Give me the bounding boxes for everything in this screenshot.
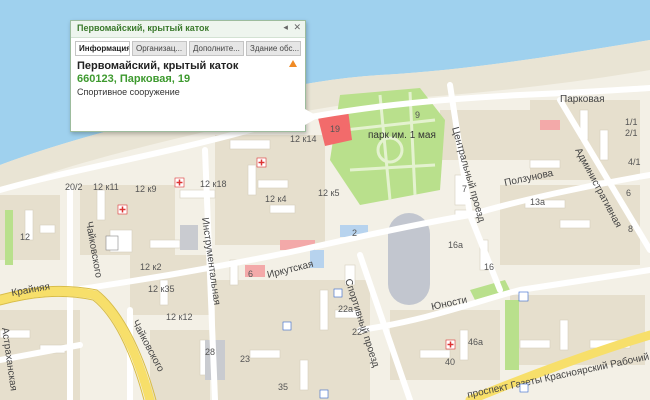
place-address[interactable]: 660123, Парковая, 19 — [77, 73, 299, 85]
place-category: Спортивное сооружение — [77, 87, 180, 97]
building-label: 19 — [330, 124, 340, 134]
building-label: 16а — [448, 240, 463, 250]
shop-icon — [333, 288, 343, 298]
building-label: 12 к9 — [135, 184, 156, 194]
info-popup[interactable]: Первомайский, крытый каток ◂ ✕ Информаци… — [70, 20, 319, 132]
building-label: 12 к18 — [200, 179, 226, 189]
building-label: 46а — [468, 337, 483, 347]
hospital-icon — [256, 157, 267, 168]
place-name: Первомайский, крытый каток — [77, 60, 239, 72]
popup-pointer — [305, 109, 319, 125]
building-label: 28 — [205, 347, 215, 357]
building-label: 8 — [628, 224, 633, 234]
building-label: 20/2 — [65, 182, 83, 192]
shop-icon — [282, 321, 292, 331]
airport-icon — [518, 291, 529, 302]
building-label: 35 — [278, 382, 288, 392]
building-label: 13а — [530, 197, 545, 207]
tab-information[interactable]: Информация — [75, 41, 130, 56]
tab-building[interactable]: Здание обс... — [246, 41, 301, 56]
parking-icon — [105, 235, 119, 251]
building-label: 12 к5 — [318, 188, 339, 198]
close-icon[interactable]: ✕ — [293, 22, 301, 32]
store-icon — [519, 383, 529, 393]
building-label: 9 — [415, 110, 420, 120]
building-label: 12 к2 — [140, 262, 161, 272]
building-label: 6 — [248, 269, 253, 279]
building-label: 12 к4 — [265, 194, 286, 204]
warning-icon[interactable] — [289, 60, 297, 67]
popup-controls: ◂ ✕ — [280, 22, 301, 33]
street-parkovaya: Парковая — [560, 94, 605, 105]
hospital-icon — [117, 204, 128, 215]
building-label: 22 — [352, 327, 362, 337]
shop-icon — [319, 389, 329, 399]
pin-icon[interactable]: ◂ — [283, 22, 288, 32]
popup-title: Первомайский, крытый каток — [77, 23, 210, 33]
tab-additional[interactable]: Дополните... — [189, 41, 244, 56]
building-label: 12 к12 — [166, 312, 192, 322]
tab-organizations[interactable]: Организац... — [132, 41, 187, 56]
park-label: парк им. 1 мая — [368, 130, 436, 141]
hospital-icon — [174, 177, 185, 188]
building-label: 12 к11 — [93, 182, 119, 192]
building-label: 1/1 — [625, 117, 638, 127]
hospital-icon — [445, 339, 456, 350]
building-label: 22а — [338, 304, 353, 314]
building-label: 40 — [445, 357, 455, 367]
building-label: 12 — [20, 232, 30, 242]
popup-header: Первомайский, крытый каток ◂ ✕ — [71, 21, 305, 38]
popup-body: Первомайский, крытый каток 660123, Парко… — [71, 56, 305, 101]
building-label: 12 к35 — [148, 284, 174, 294]
building-label: 23 — [240, 354, 250, 364]
building-label: 6 — [626, 188, 631, 198]
building-label: 12 к14 — [290, 134, 316, 144]
popup-tabs: Информация Организац... Дополните... Зда… — [71, 38, 305, 56]
building-label: 16 — [484, 262, 494, 272]
building-label: 7 — [462, 184, 467, 194]
building-label: 4/1 — [628, 157, 641, 167]
building-label: 2 — [352, 228, 357, 238]
building-label: 2/1 — [625, 128, 638, 138]
